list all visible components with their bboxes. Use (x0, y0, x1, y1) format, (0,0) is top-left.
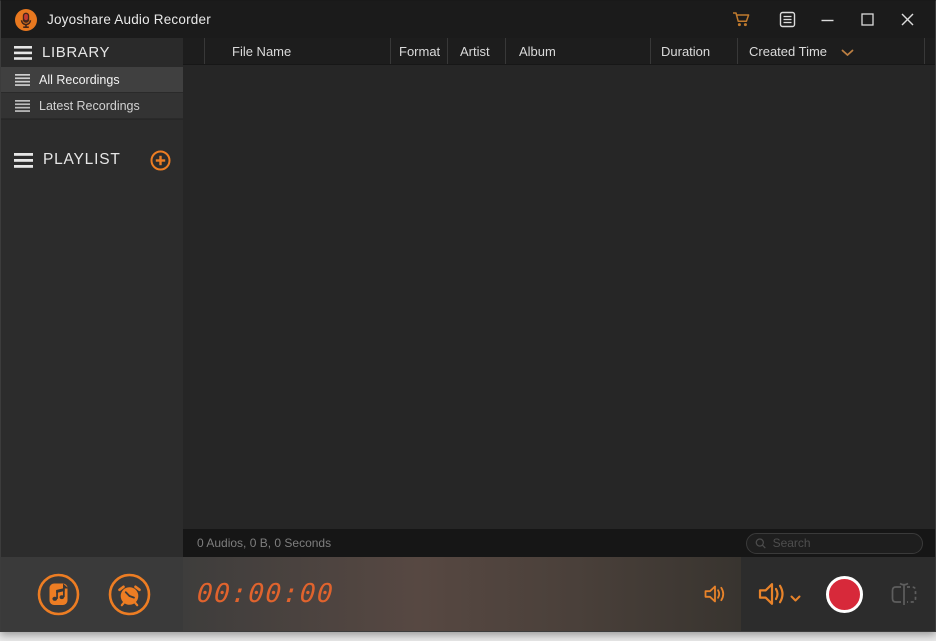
add-playlist-button[interactable] (150, 150, 171, 171)
menu-icon (779, 11, 796, 28)
speaker-icon (757, 581, 787, 607)
chevron-down-icon (841, 49, 854, 57)
sidebar-item-label: All Recordings (39, 73, 120, 87)
list-icon (15, 100, 30, 112)
library-summary: 0 Audios, 0 B, 0 Seconds (197, 536, 746, 550)
recordings-list-empty[interactable] (183, 65, 935, 529)
search-input[interactable] (773, 536, 914, 550)
close-button[interactable] (887, 4, 927, 35)
toolbar-left (1, 557, 183, 631)
recordings-panel: File Name Format Artist Album Duration C… (183, 38, 935, 557)
column-album[interactable]: Album (506, 38, 651, 64)
column-duration[interactable]: Duration (651, 38, 738, 64)
playlist-label: PLAYLIST (43, 151, 150, 169)
title-bar: Joyoshare Audio Recorder (1, 1, 935, 38)
record-button[interactable] (826, 576, 863, 613)
table-header: File Name Format Artist Album Duration C… (183, 38, 935, 65)
column-file-name[interactable]: File Name (205, 38, 391, 64)
desktop-background: Joyoshare Audio Recorder (0, 0, 936, 641)
output-volume-dropdown[interactable] (757, 581, 801, 607)
app-logo-icon (14, 8, 38, 32)
sidebar-item-label: Latest Recordings (39, 99, 140, 113)
recorder-display: 00:00:00 (183, 557, 741, 631)
library-label: LIBRARY (42, 44, 110, 61)
library-section-header[interactable]: LIBRARY (1, 38, 183, 67)
toolbar-right (741, 557, 935, 631)
recording-timer: 00:00:00 (196, 579, 335, 609)
music-file-icon (37, 573, 80, 616)
minimize-icon (821, 13, 834, 26)
column-spacer (183, 38, 205, 64)
scrollbar-gutter (924, 38, 935, 64)
sidebar-item-latest-recordings[interactable]: Latest Recordings (1, 93, 183, 119)
menu-button[interactable] (767, 4, 807, 35)
sidebar-divider (1, 119, 183, 145)
maximize-button[interactable] (847, 4, 887, 35)
trim-icon (887, 577, 921, 611)
alarm-clock-icon (108, 573, 151, 616)
main-area: LIBRARY All Recordings Latest (1, 38, 935, 557)
column-created-time[interactable]: Created Time (738, 38, 924, 64)
minimize-button[interactable] (807, 4, 847, 35)
window-title: Joyoshare Audio Recorder (47, 12, 211, 27)
app-window: Joyoshare Audio Recorder (0, 0, 936, 632)
store-cart-button[interactable] (721, 4, 761, 35)
monitor-volume-button[interactable] (703, 584, 727, 604)
hamburger-icon (14, 153, 33, 168)
sidebar: LIBRARY All Recordings Latest (1, 38, 183, 557)
chevron-down-icon (790, 595, 801, 603)
column-artist[interactable]: Artist (448, 38, 506, 64)
playlist-section-header[interactable]: PLAYLIST (1, 145, 183, 175)
search-icon (755, 537, 767, 550)
recorder-toolbar: 00:00:00 (1, 557, 935, 631)
schedule-recording-button[interactable] (108, 573, 151, 616)
maximize-icon (861, 13, 874, 26)
hamburger-icon (14, 46, 32, 60)
cart-icon (732, 11, 751, 28)
column-format[interactable]: Format (391, 38, 448, 64)
list-icon (15, 74, 30, 86)
close-icon (901, 13, 914, 26)
status-bar: 0 Audios, 0 B, 0 Seconds (183, 529, 935, 557)
sidebar-item-all-recordings[interactable]: All Recordings (1, 67, 183, 93)
search-box[interactable] (746, 533, 923, 554)
format-settings-button[interactable] (37, 573, 80, 616)
